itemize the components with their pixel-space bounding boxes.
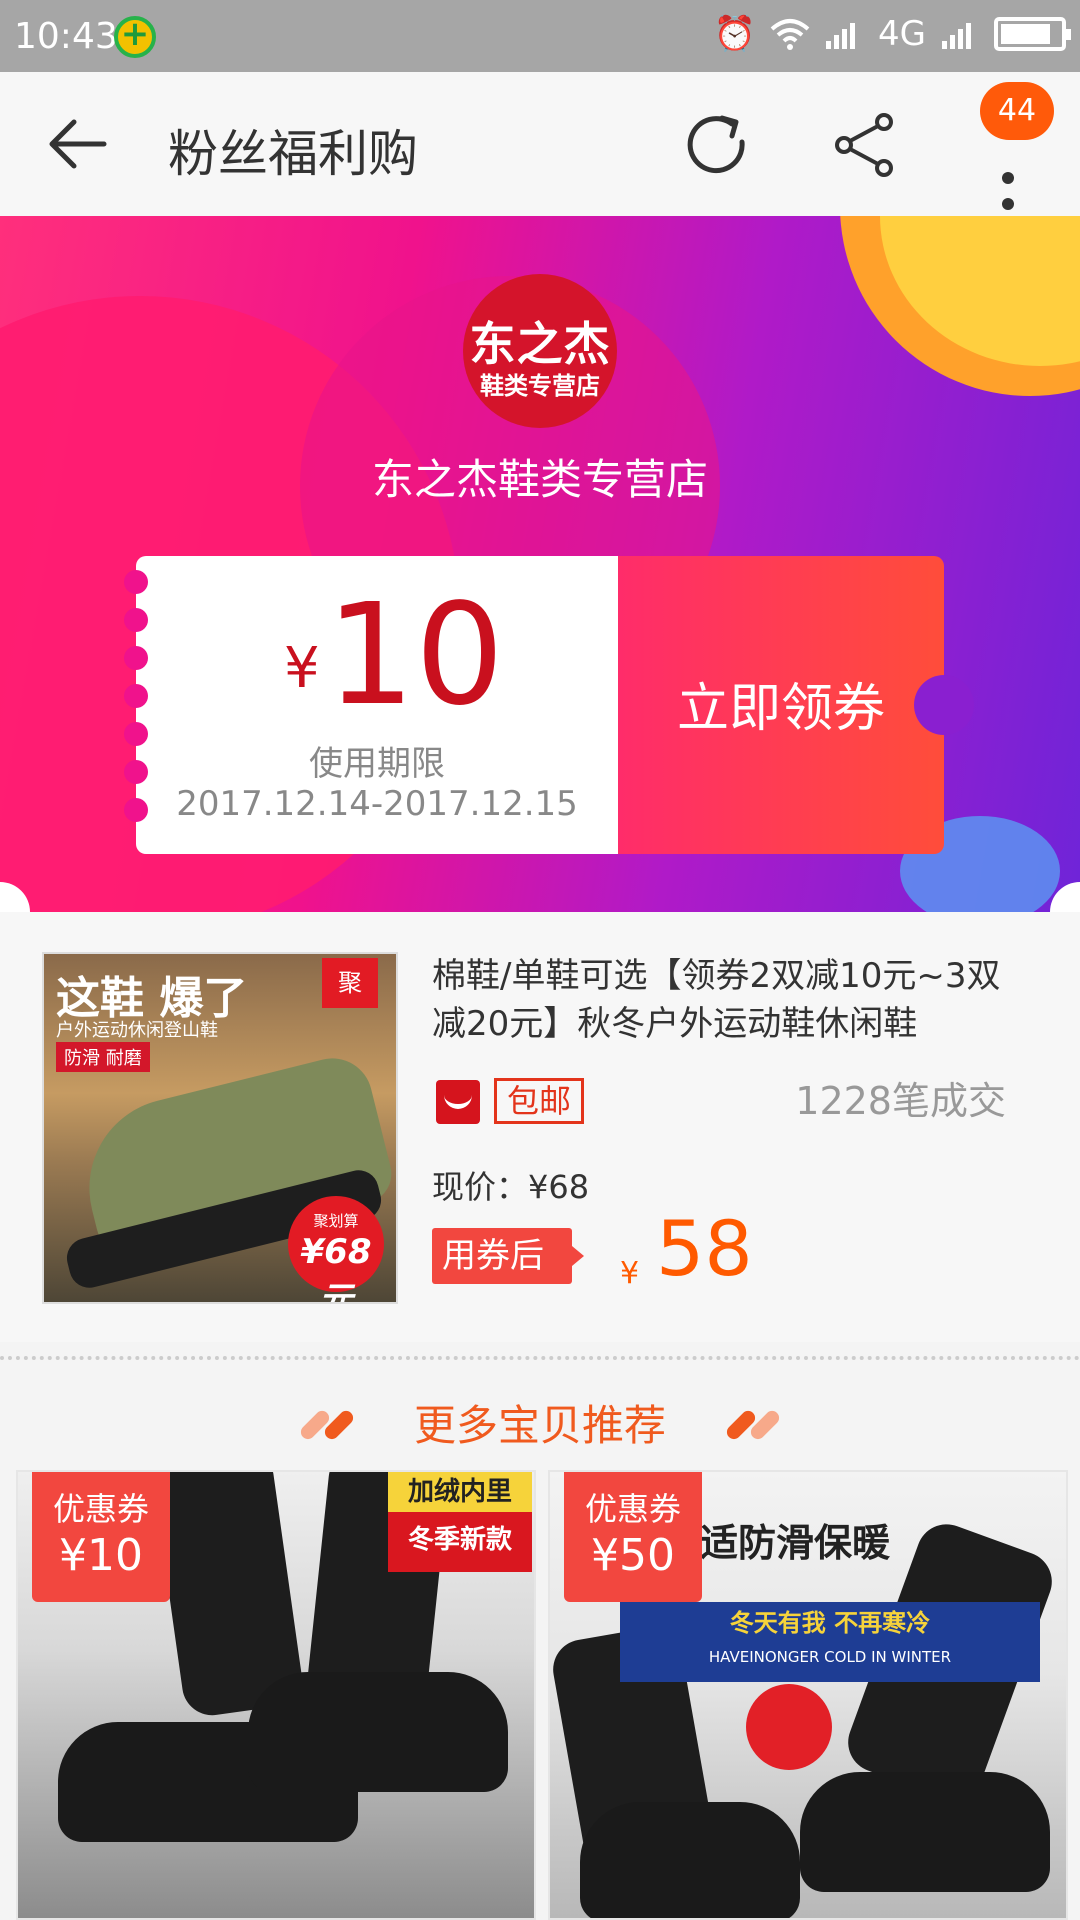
- after-coupon-tag: 用券后: [432, 1228, 584, 1284]
- coupon-card: ¥ 10 使用期限 2017.12.14-2017.12.15 立即领券: [124, 556, 974, 854]
- coupon-notch: [124, 608, 148, 632]
- status-icons: ⏰ 4G: [713, 14, 1071, 54]
- juhuasuan-badge: 聚: [322, 958, 378, 1008]
- wifi-icon: [770, 19, 810, 50]
- image-tag: 防滑 耐磨: [56, 1042, 150, 1072]
- page-title: 粉丝福利购: [168, 125, 418, 183]
- free-shipping-badge: 包邮: [494, 1078, 585, 1124]
- coupon-tag: 优惠券 ¥50: [564, 1472, 702, 1602]
- status-bar: 10:43 ⏰ 4G: [0, 0, 1080, 72]
- shop-coupon-banner: 东之杰 鞋类专营店 东之杰鞋类专营店 ¥ 10 使用期限 2017.12.14-…: [0, 216, 1080, 912]
- coupon-validity-period: 2017.12.14-2017.12.15: [176, 784, 578, 824]
- lock-icon: [746, 1684, 832, 1770]
- network-type: 4G: [878, 14, 926, 54]
- tmall-icon: [436, 1080, 480, 1124]
- signal-icon: [826, 23, 856, 49]
- coupon-tag-label: 优惠券: [584, 1490, 681, 1528]
- sales-count: 1228笔成交: [795, 1079, 1006, 1123]
- product-image[interactable]: 这鞋 爆了 户外运动休闲登山鞋 防滑 耐磨 聚 聚划算 ¥68元: [42, 952, 398, 1304]
- coupon-tag-label: 优惠券: [52, 1490, 149, 1528]
- coupon-notch: [124, 646, 148, 670]
- shoe-illustration: [800, 1772, 1050, 1892]
- dotted-divider: [0, 1356, 1080, 1360]
- recommend-header: 更多宝贝推荐: [0, 1370, 1080, 1470]
- image-price: ¥68元: [300, 1232, 372, 1304]
- item-promo-strip: 冬天有我 不再寒冷 HAVEINONGER COLD IN WINTER: [620, 1602, 1040, 1682]
- coupon-info: ¥ 10 使用期限 2017.12.14-2017.12.15: [124, 556, 618, 854]
- slash-decoration-icon: [724, 1408, 784, 1442]
- app-notification-icon: [114, 14, 156, 58]
- coupon-value: 10: [326, 574, 505, 737]
- image-subtitle: 户外运动休闲登山鞋: [56, 1020, 218, 1041]
- shoe-illustration: [248, 1672, 508, 1792]
- status-time: 10:43: [14, 16, 118, 57]
- recommend-item[interactable]: 适防滑保暖 冬天有我 不再寒冷 HAVEINONGER COLD IN WINT…: [548, 1470, 1068, 1920]
- shop-logo[interactable]: 东之杰 鞋类专营店: [463, 274, 617, 428]
- product-card[interactable]: 这鞋 爆了 户外运动休闲登山鞋 防滑 耐磨 聚 聚划算 ¥68元 棉鞋/单鞋可选…: [0, 912, 1080, 1342]
- promo-strip-line-2: HAVEINONGER COLD IN WINTER: [708, 1648, 952, 1666]
- coupon-validity-label: 使用期限: [309, 744, 445, 784]
- image-price-label: 聚划算: [313, 1212, 359, 1230]
- coupon-notch: [124, 684, 148, 708]
- promo-line-2: 冬季新款: [407, 1525, 512, 1555]
- coupon-tag: 优惠券 ¥10: [32, 1472, 170, 1602]
- share-icon[interactable]: [832, 112, 898, 178]
- promo-label: 加绒内里 冬季新款: [388, 1472, 532, 1572]
- battery-icon: [994, 17, 1071, 51]
- shoe-illustration: [580, 1802, 800, 1918]
- coupon-currency: ¥: [284, 636, 320, 701]
- notification-badge: 44: [980, 82, 1054, 140]
- promo-strip-line-1: 冬天有我 不再寒冷: [729, 1609, 931, 1637]
- shop-logo-main: 东之杰: [469, 317, 611, 371]
- promo-line-1: 加绒内里: [388, 1472, 532, 1512]
- final-price: 58: [656, 1204, 753, 1293]
- alarm-icon: ⏰: [713, 14, 757, 54]
- coupon-tag-value: ¥50: [591, 1530, 675, 1581]
- refresh-icon[interactable]: [684, 112, 750, 178]
- claim-coupon-label: 立即领券: [676, 679, 885, 739]
- recommend-item[interactable]: 优惠券 ¥10 加绒内里 冬季新款: [16, 1470, 536, 1920]
- item-headline: 适防滑保暖: [700, 1521, 891, 1565]
- more-dot: [1002, 198, 1014, 210]
- coupon-tag-value: ¥10: [59, 1530, 143, 1581]
- image-price-circle: 聚划算 ¥68元: [288, 1196, 384, 1302]
- final-price-currency: ¥: [620, 1256, 640, 1291]
- shop-logo-sub: 鞋类专营店: [480, 372, 600, 400]
- shop-name[interactable]: 东之杰鞋类专营店: [0, 446, 1080, 507]
- current-price: 现价：¥68: [432, 1168, 590, 1206]
- coupon-notch: [124, 570, 148, 594]
- signal-icon-2: [942, 23, 971, 49]
- more-dot: [1002, 172, 1014, 184]
- claim-coupon-button[interactable]: 立即领券: [618, 556, 974, 854]
- back-icon[interactable]: [48, 116, 108, 172]
- app-header: 粉丝福利购: [0, 72, 1080, 216]
- product-title[interactable]: 棉鞋/单鞋可选【领券2双减10元~3双减20元】秋冬户外运动鞋休闲鞋: [432, 952, 1012, 1048]
- recommend-title: 更多宝贝推荐: [413, 1401, 666, 1450]
- battery-level: [1001, 24, 1051, 44]
